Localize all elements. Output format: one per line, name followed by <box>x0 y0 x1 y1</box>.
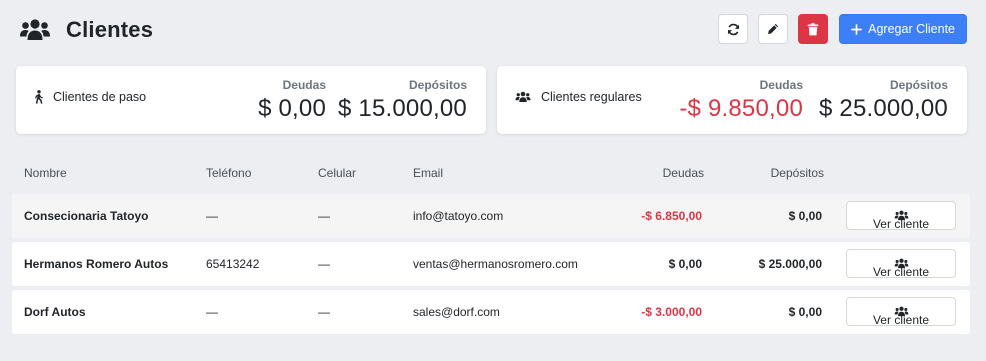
col-debts: Deudas <box>662 166 704 180</box>
clients-page: Clientes Agregar Cliente Clientes de pas… <box>0 0 986 361</box>
page-title: Clientes <box>66 17 154 42</box>
users-icon <box>20 19 50 40</box>
walking-person-icon <box>35 90 43 104</box>
client-phone: — <box>206 209 218 223</box>
page-header: Clientes Agregar Cliente <box>20 14 967 46</box>
refresh-icon <box>727 23 739 35</box>
walkin-label-wrap: Clientes de paso <box>33 90 146 104</box>
delete-button[interactable] <box>798 14 829 44</box>
walkin-debts-stat: Deudas $ 0,00 <box>258 78 326 123</box>
col-cell: Celular <box>318 166 357 180</box>
col-deposits: Depósitos <box>770 166 824 180</box>
client-cell: — <box>318 209 330 223</box>
title-wrap: Clientes <box>20 14 153 46</box>
client-phone: 65413242 <box>206 257 260 271</box>
edit-button[interactable] <box>758 14 789 44</box>
client-email: sales@dorf.com <box>413 305 500 319</box>
view-client-button[interactable]: Ver cliente <box>846 201 956 231</box>
walkin-deposits-value: $ 15.000,00 <box>338 95 467 122</box>
client-name: Consecionaria Tatoyo <box>24 209 149 223</box>
table-row: Consecionaria Tatoyo — — info@tatoyo.com… <box>12 194 970 238</box>
header-actions: Agregar Cliente <box>718 14 967 44</box>
client-phone: — <box>206 305 218 319</box>
refresh-button[interactable] <box>718 14 749 44</box>
walkin-debts-label: Deudas <box>282 78 326 92</box>
view-client-label: Ver cliente <box>872 313 930 327</box>
col-email: Email <box>413 166 444 180</box>
client-deposit: $ 25.000,00 <box>758 257 822 271</box>
client-cell: — <box>318 257 330 271</box>
add-client-label: Agregar Cliente <box>868 22 955 36</box>
users-icon <box>515 91 531 102</box>
client-email: ventas@hermanosromero.com <box>413 257 578 271</box>
client-debt: -$ 3.000,00 <box>641 305 702 319</box>
walkin-debts-value: $ 0,00 <box>258 95 326 122</box>
col-name: Nombre <box>24 166 67 180</box>
table-header: Nombre Teléfono Celular Email Deudas Dep… <box>12 160 970 186</box>
client-cell: — <box>318 305 330 319</box>
client-debt: $ 0,00 <box>668 257 702 271</box>
regular-debts-value: -$ 9.850,00 <box>679 95 803 122</box>
view-client-label: Ver cliente <box>872 265 930 279</box>
client-name: Dorf Autos <box>24 305 86 319</box>
walkin-label: Clientes de paso <box>53 90 147 104</box>
regular-debts-label: Deudas <box>759 78 803 92</box>
col-phone: Teléfono <box>206 166 252 180</box>
client-debt: -$ 6.850,00 <box>641 209 702 223</box>
regular-deposits-value: $ 25.000,00 <box>819 95 948 122</box>
table-row: Dorf Autos — — sales@dorf.com -$ 3.000,0… <box>12 290 970 334</box>
regular-label: Clientes regulares <box>541 90 642 104</box>
walkin-clients-card: Clientes de paso Deudas $ 0,00 Depósitos… <box>16 66 486 134</box>
view-client-button[interactable]: Ver cliente <box>846 249 956 279</box>
view-client-label: Ver cliente <box>872 217 930 231</box>
client-deposit: $ 0,00 <box>788 209 822 223</box>
regular-clients-card: Clientes regulares Deudas -$ 9.850,00 De… <box>497 66 967 134</box>
plus-icon <box>851 23 863 35</box>
table-row: Hermanos Romero Autos 65413242 — ventas@… <box>12 242 970 286</box>
pencil-icon <box>768 23 779 35</box>
client-email: info@tatoyo.com <box>413 209 504 223</box>
regular-label-wrap: Clientes regulares <box>515 90 642 104</box>
view-client-button[interactable]: Ver cliente <box>846 297 956 327</box>
regular-deposits-label: Depósitos <box>889 78 948 92</box>
walkin-deposits-stat: Depósitos $ 15.000,00 <box>338 78 467 123</box>
add-client-button[interactable]: Agregar Cliente <box>839 14 967 44</box>
client-name: Hermanos Romero Autos <box>24 257 169 271</box>
trash-icon <box>807 22 819 35</box>
regular-deposits-stat: Depósitos $ 25.000,00 <box>819 78 948 123</box>
regular-debts-stat: Deudas -$ 9.850,00 <box>679 78 803 123</box>
walkin-deposits-label: Depósitos <box>408 78 467 92</box>
client-deposit: $ 0,00 <box>788 305 822 319</box>
